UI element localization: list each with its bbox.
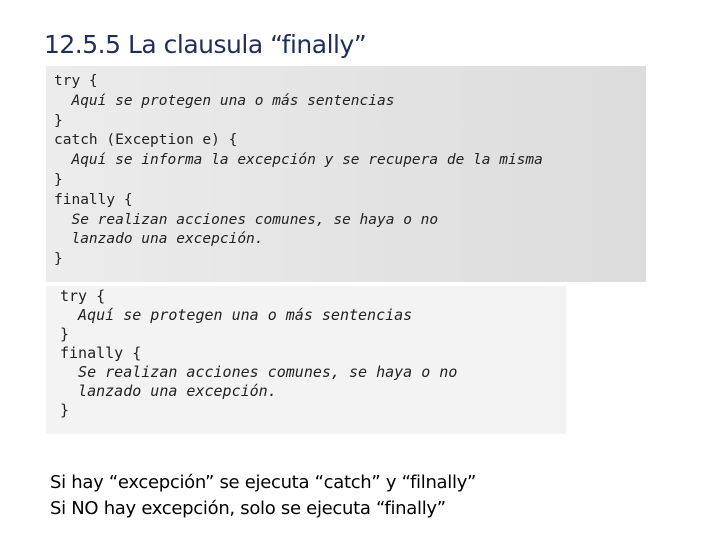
code-line: catch (Exception e) { <box>54 132 238 149</box>
code-line: } <box>60 325 70 343</box>
code-line: lanzado una excepción. <box>60 382 277 400</box>
code-line: Se realizan acciones comunes, se haya o … <box>60 363 458 381</box>
code-line: } <box>54 171 63 188</box>
code-line: Aquí se informa la excepción y se recupe… <box>54 152 543 169</box>
code-line: Aquí se protegen una o más sentencias <box>60 306 413 324</box>
note-line: Si NO hay excepción, solo se ejecuta “fi… <box>50 498 446 519</box>
code-image-try-finally: try { Aquí se protegen una o más sentenc… <box>46 286 566 434</box>
code-line: finally { <box>54 191 133 208</box>
note-line: Si hay “excepción” se ejecuta “catch” y … <box>50 472 477 493</box>
code-line: } <box>60 401 70 419</box>
code-line: } <box>54 112 63 129</box>
code-image-try-catch-finally: try { Aquí se protegen una o más sentenc… <box>46 66 646 282</box>
slide-title: 12.5.5 La clausula “finally” <box>44 30 367 59</box>
code-line: try { <box>54 73 98 89</box>
notes: Si hay “excepción” se ejecuta “catch” y … <box>50 470 476 522</box>
code-line: finally { <box>60 344 142 362</box>
code-line: lanzado una excepción. <box>54 231 264 248</box>
code-line: Se realizan acciones comunes, se haya o … <box>54 211 439 228</box>
code-line: Aquí se protegen una o más sentencias <box>54 92 395 109</box>
code-lines: try { Aquí se protegen una o más sentenc… <box>60 287 457 420</box>
code-line: try { <box>60 287 106 305</box>
code-lines: try { Aquí se protegen una o más sentenc… <box>54 72 543 270</box>
code-line: } <box>54 251 63 268</box>
